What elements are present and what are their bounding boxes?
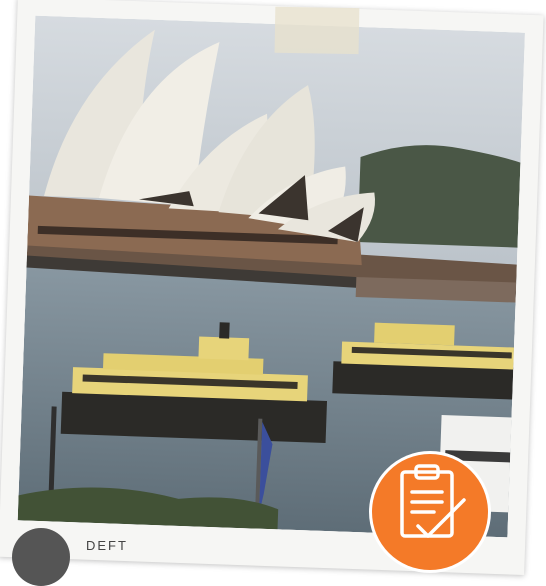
headland — [357, 145, 521, 248]
caption-row: DEFT — [10, 524, 410, 586]
tape-strip — [274, 6, 360, 55]
clipboard-badge[interactable] — [372, 454, 488, 570]
avatar — [12, 528, 70, 586]
clipboard-check-icon — [400, 464, 466, 538]
